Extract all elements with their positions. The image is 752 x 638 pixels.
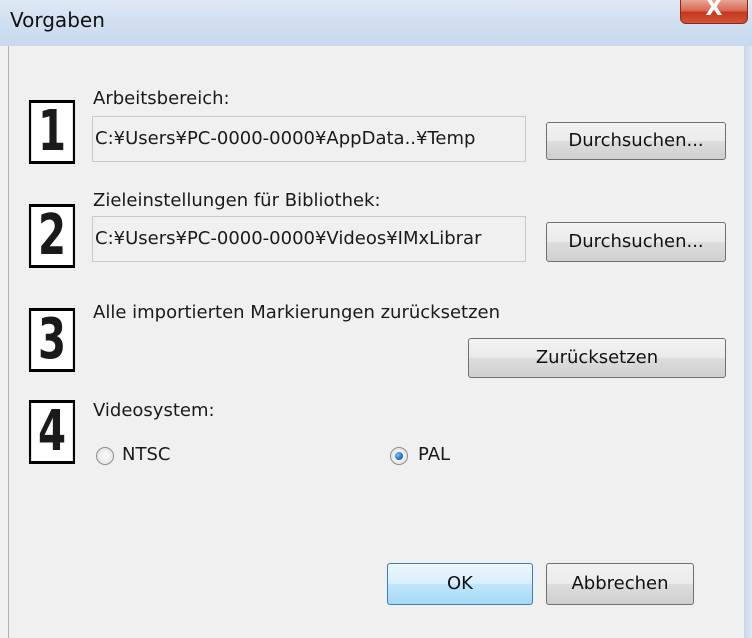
working-area-browse-button[interactable]: Durchsuchen...	[546, 122, 726, 160]
working-area-label: Arbeitsbereich:	[93, 88, 230, 109]
callout-badge-3: 3	[28, 308, 76, 372]
window-frame-right	[744, 46, 752, 638]
working-area-path-field[interactable]: C:¥Users¥PC-0000-0000¥AppData..¥Temp	[92, 116, 526, 162]
window-title: Vorgaben	[10, 8, 105, 32]
reset-button[interactable]: Zurücksetzen	[468, 338, 726, 378]
ok-button[interactable]: OK	[387, 563, 533, 605]
library-settings-label: Zieleinstellungen für Bibliothek:	[93, 190, 381, 211]
preferences-dialog: Vorgaben X 1 Arbeitsbereich: C:¥Users¥PC…	[0, 0, 752, 638]
callout-badge-4: 4	[28, 400, 76, 464]
callout-badge-1: 1	[28, 100, 76, 164]
pal-radio[interactable]	[390, 447, 408, 465]
reset-markers-label: Alle importierten Markierungen zurückset…	[93, 302, 501, 323]
callout-badge-2: 2	[28, 204, 76, 268]
title-bar[interactable]: Vorgaben X	[0, 0, 752, 46]
close-icon: X	[705, 0, 723, 21]
close-button[interactable]: X	[680, 0, 748, 24]
library-browse-button[interactable]: Durchsuchen...	[546, 222, 726, 262]
cancel-button[interactable]: Abbrechen	[546, 563, 694, 605]
ntsc-label[interactable]: NTSC	[122, 444, 170, 465]
video-system-label: Videosystem:	[93, 400, 215, 421]
ntsc-radio[interactable]	[96, 447, 114, 465]
pal-label[interactable]: PAL	[418, 444, 450, 465]
library-path-field[interactable]: C:¥Users¥PC-0000-0000¥Videos¥IMxLibrar	[92, 216, 526, 262]
